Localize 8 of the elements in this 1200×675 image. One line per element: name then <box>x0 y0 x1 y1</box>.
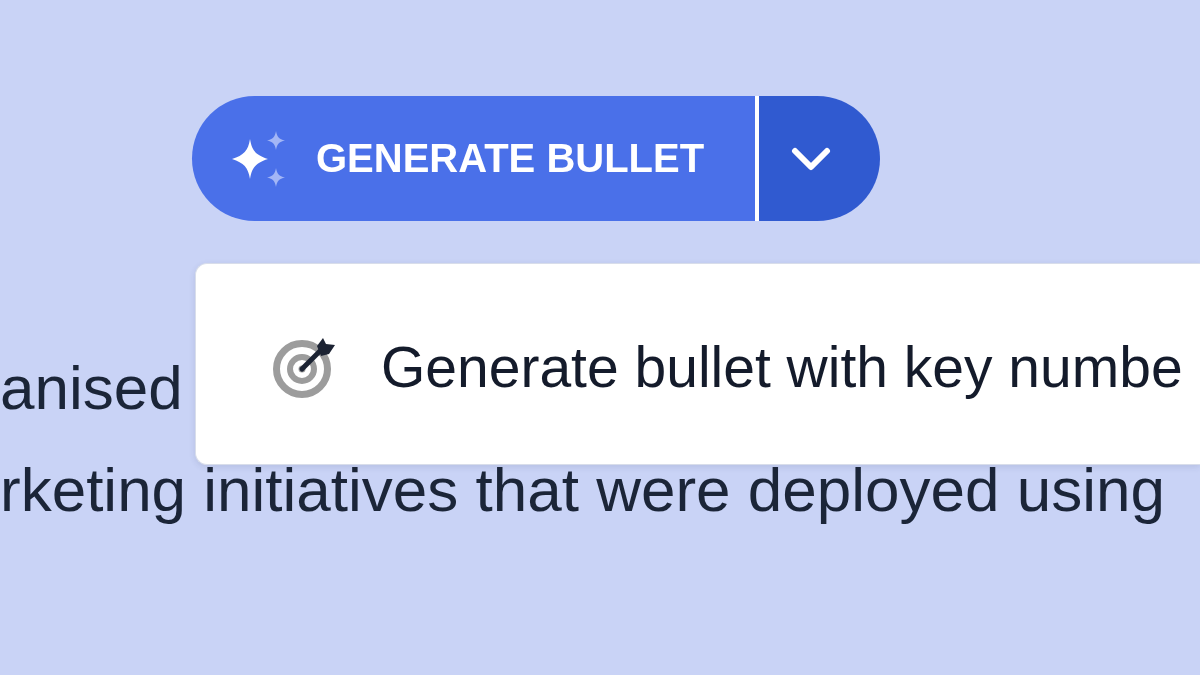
paragraph-text-line: anised <box>0 352 183 424</box>
chevron-down-icon <box>790 146 831 171</box>
menu-item[interactable]: Generate bullet with key numbe <box>196 334 1189 400</box>
dropdown-toggle-button[interactable] <box>759 96 880 221</box>
sparkle-icon <box>230 130 288 187</box>
target-with-dart-icon <box>273 336 337 398</box>
paragraph-text-line: rketing initiatives that were deployed using <box>0 454 1165 526</box>
generate-bullet-button[interactable]: GENERATE BULLET <box>192 96 755 221</box>
